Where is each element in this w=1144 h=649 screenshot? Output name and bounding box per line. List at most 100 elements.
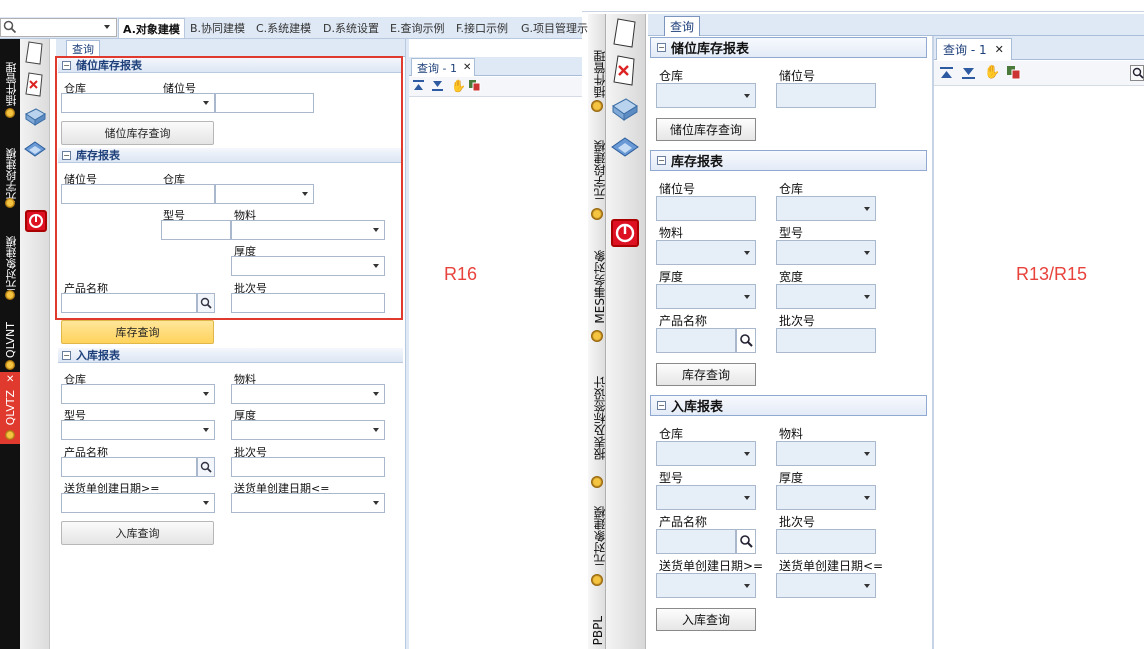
location-label: 储位号 — [779, 69, 816, 83]
collapse-icon[interactable]: − — [657, 401, 666, 410]
tab-object-modeling[interactable]: A.对象建模 — [118, 18, 185, 38]
width-label: 宽度 — [779, 270, 804, 284]
tab-collab-modeling[interactable]: B.协同建模 — [190, 18, 245, 38]
hand-icon[interactable]: ✋ — [984, 65, 1000, 80]
warehouse-label: 仓库 — [779, 182, 804, 196]
copy-icon[interactable] — [1007, 66, 1021, 80]
right-window: 插件管理 元字段建模 MES事务对象 报表及标签设计 元对象建模 PBPL 查询… — [582, 0, 1144, 649]
result-panel — [409, 57, 582, 649]
material-select[interactable] — [776, 441, 876, 466]
tab-project-management[interactable]: G.项目管理示 — [521, 18, 588, 38]
date-from-select[interactable] — [61, 493, 215, 513]
power-icon[interactable] — [611, 219, 639, 247]
collapse-icon[interactable]: − — [657, 43, 666, 52]
delete-document-icon[interactable] — [612, 55, 636, 87]
search-icon[interactable] — [197, 457, 215, 477]
product-name-input[interactable] — [61, 457, 197, 477]
warehouse-select[interactable] — [61, 384, 215, 404]
material-select[interactable] — [656, 240, 756, 265]
batch-input[interactable] — [776, 529, 876, 554]
model-select[interactable] — [656, 485, 756, 510]
section-title: 入库报表 — [76, 349, 120, 362]
move-top-icon[interactable] — [940, 67, 953, 79]
date-to-select[interactable] — [776, 573, 876, 598]
location-input[interactable] — [656, 196, 756, 221]
product-name-input[interactable] — [656, 328, 736, 353]
db-icon — [591, 574, 603, 586]
tab-result[interactable]: 查询 - 1 ✕ — [411, 58, 475, 76]
search-dropdown-icon[interactable] — [104, 25, 110, 29]
delete-document-icon[interactable] — [24, 72, 44, 98]
location-stock-query-button[interactable]: 储位库存查询 — [656, 118, 756, 141]
sidebar-item-qlvnt[interactable]: QLVNT — [4, 322, 17, 358]
copy-icon[interactable] — [469, 80, 481, 92]
close-icon[interactable]: ✕ — [6, 374, 14, 385]
search-icon — [3, 20, 17, 34]
left-window: A.对象建模 B.协同建模 C.系统建模 D.系统设置 E.查询示例 F.接口示… — [0, 0, 588, 649]
sidebar-item-plugin[interactable]: 插件管理 — [4, 62, 20, 106]
batch-input[interactable] — [231, 457, 385, 477]
warehouse-select[interactable] — [656, 83, 756, 108]
document-icon[interactable] — [25, 41, 44, 65]
batch-input[interactable] — [776, 328, 876, 353]
tab-result[interactable]: 查询 - 1 ✕ — [936, 38, 1012, 60]
printer-icon[interactable] — [23, 106, 47, 128]
collapse-icon[interactable]: − — [657, 156, 666, 165]
sidebar-item-qlvtz[interactable]: QLVTZ — [4, 390, 17, 425]
hand-icon[interactable]: ✋ — [451, 79, 466, 93]
move-bottom-icon[interactable] — [432, 80, 443, 91]
tab-interface-examples[interactable]: F.接口示例 — [456, 18, 508, 38]
db-icon — [5, 108, 15, 118]
section-inbound-report[interactable]: − 入库报表 — [650, 395, 927, 416]
product-name-label: 产品名称 — [659, 515, 708, 529]
search-box[interactable] — [0, 18, 117, 37]
date-from-select[interactable] — [656, 573, 756, 598]
tab-query[interactable]: 查询 — [66, 40, 100, 57]
location-input[interactable] — [776, 83, 876, 108]
thickness-select[interactable] — [656, 284, 756, 309]
inbound-query-button[interactable]: 入库查询 — [61, 521, 214, 545]
inbound-query-button[interactable]: 入库查询 — [656, 608, 756, 631]
width-select[interactable] — [776, 284, 876, 309]
model-select[interactable] — [776, 240, 876, 265]
stock-query-button[interactable]: 库存查询 — [61, 320, 214, 344]
section-location-stock[interactable]: − 储位库存报表 — [650, 37, 927, 58]
move-top-icon[interactable] — [413, 80, 424, 91]
section-inbound-report[interactable]: − 入库报表 — [58, 348, 403, 363]
search-icon[interactable] — [1130, 65, 1144, 81]
layers-icon[interactable] — [23, 140, 47, 162]
thickness-select[interactable] — [231, 420, 385, 440]
sidebar-item-field-modeling[interactable]: 元字段建模 — [4, 148, 20, 203]
section-title: 库存报表 — [671, 155, 724, 170]
move-bottom-icon[interactable] — [962, 67, 975, 79]
power-icon[interactable] — [25, 210, 47, 232]
document-icon[interactable] — [613, 18, 637, 48]
printer-icon[interactable] — [610, 96, 640, 124]
tab-system-modeling[interactable]: C.系统建模 — [256, 18, 311, 38]
close-icon[interactable]: ✕ — [995, 43, 1004, 56]
search-icon[interactable] — [736, 328, 756, 353]
product-name-input[interactable] — [656, 529, 736, 554]
tab-query-examples[interactable]: E.查询示例 — [390, 18, 444, 38]
close-icon[interactable]: ✕ — [463, 62, 471, 73]
warehouse-select[interactable] — [776, 196, 876, 221]
material-select[interactable] — [231, 384, 385, 404]
thickness-select[interactable] — [776, 485, 876, 510]
date-to-select[interactable] — [231, 493, 385, 513]
tab-result-label: 查询 - 1 — [943, 43, 987, 57]
stock-query-button[interactable]: 库存查询 — [656, 363, 756, 386]
section-stock-report[interactable]: − 库存报表 — [650, 150, 927, 171]
db-icon — [591, 476, 603, 488]
search-icon[interactable] — [736, 529, 756, 554]
warehouse-select[interactable] — [656, 441, 756, 466]
collapse-icon[interactable]: − — [62, 350, 71, 360]
date-to-label: 送货单创建日期<= — [779, 559, 884, 573]
model-select[interactable] — [61, 420, 215, 440]
sidebar-item-pbpl[interactable]: PBPL — [591, 616, 605, 645]
tab-query[interactable]: 查询 — [664, 16, 700, 36]
thickness-label: 厚度 — [659, 270, 684, 284]
warehouse-label: 仓库 — [659, 69, 684, 83]
sidebar-item-object-modeling[interactable]: 元对象建模 — [4, 236, 20, 291]
layers-icon[interactable] — [610, 136, 640, 164]
tab-system-settings[interactable]: D.系统设置 — [323, 18, 379, 38]
